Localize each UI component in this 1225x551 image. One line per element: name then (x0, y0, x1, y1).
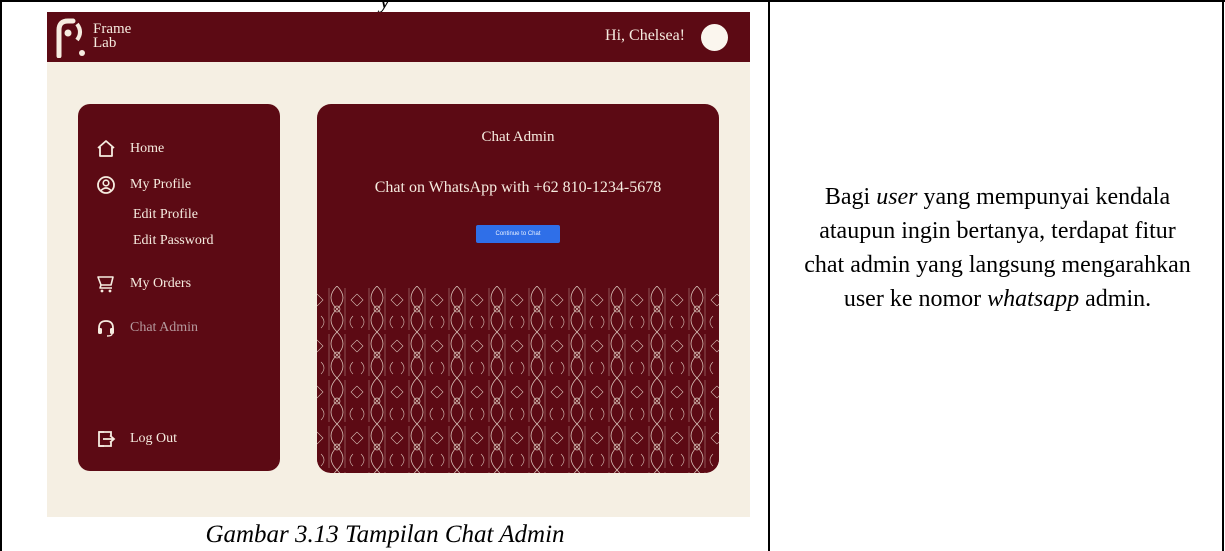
logo-mark-icon (56, 18, 85, 58)
sidebar-item-home[interactable]: Home (96, 139, 164, 159)
cart-icon (97, 276, 114, 293)
logo-text-lab: Lab (93, 35, 117, 51)
sidebar-subitem-edit-profile[interactable]: Edit Profile (133, 207, 198, 223)
logo-text: Frame Lab (93, 21, 132, 51)
table-divider (768, 0, 770, 551)
sidebar-item-log-out[interactable]: Log Out (96, 429, 177, 449)
top-bar: Frame Lab Hi, Chelsea! (47, 12, 750, 62)
description-part-1: Bagi (824, 184, 877, 210)
sidebar: Home My Profile Edit Profile Edit Passwo… (78, 104, 280, 471)
sidebar-label-home: Home (130, 141, 165, 156)
app-screenshot: Frame Lab Hi, Chelsea! Home My Profile E… (47, 12, 750, 517)
logo[interactable]: Frame Lab (55, 18, 165, 58)
whatsapp-description: Chat on WhatsApp with +62 810-1234-5678 (374, 179, 662, 196)
headset-icon (98, 320, 114, 337)
user-greeting: Hi, Chelsea! (605, 27, 685, 44)
sidebar-subitem-edit-password[interactable]: Edit Password (133, 233, 214, 249)
sidebar-label-log-out: Log Out (130, 431, 178, 446)
logo-text-frame: Frame (93, 21, 132, 37)
description-text: Bagi user yang mempunyai kendala ataupun… (800, 180, 1195, 316)
sidebar-label-my-profile: My Profile (130, 177, 192, 192)
avatar[interactable] (701, 24, 728, 51)
chat-admin-title: Chat Admin (481, 129, 555, 145)
description-term-whatsapp: whatsapp (987, 286, 1080, 312)
logout-icon (98, 431, 116, 447)
table-left-border (0, 0, 2, 551)
description-part-3: admin. (1079, 286, 1152, 312)
home-icon (97, 140, 115, 157)
sidebar-label-chat-admin: Chat Admin (130, 320, 199, 335)
sidebar-item-my-orders[interactable]: My Orders (96, 274, 191, 294)
sidebar-item-my-profile[interactable]: My Profile (96, 175, 191, 195)
sidebar-label-my-orders: My Orders (130, 276, 192, 291)
user-circle-icon (97, 176, 115, 194)
chat-admin-panel: Chat Admin Chat on WhatsApp with +62 810… (317, 104, 719, 473)
figure-caption: Gambar 3.13 Tampilan Chat Admin (205, 521, 565, 548)
table-right-border (1222, 0, 1224, 551)
continue-to-chat-button[interactable]: Continue to Chat (476, 225, 560, 243)
description-term-user: user (876, 184, 918, 210)
sidebar-item-chat-admin[interactable]: Chat Admin (96, 318, 198, 338)
batik-pattern (317, 286, 719, 473)
